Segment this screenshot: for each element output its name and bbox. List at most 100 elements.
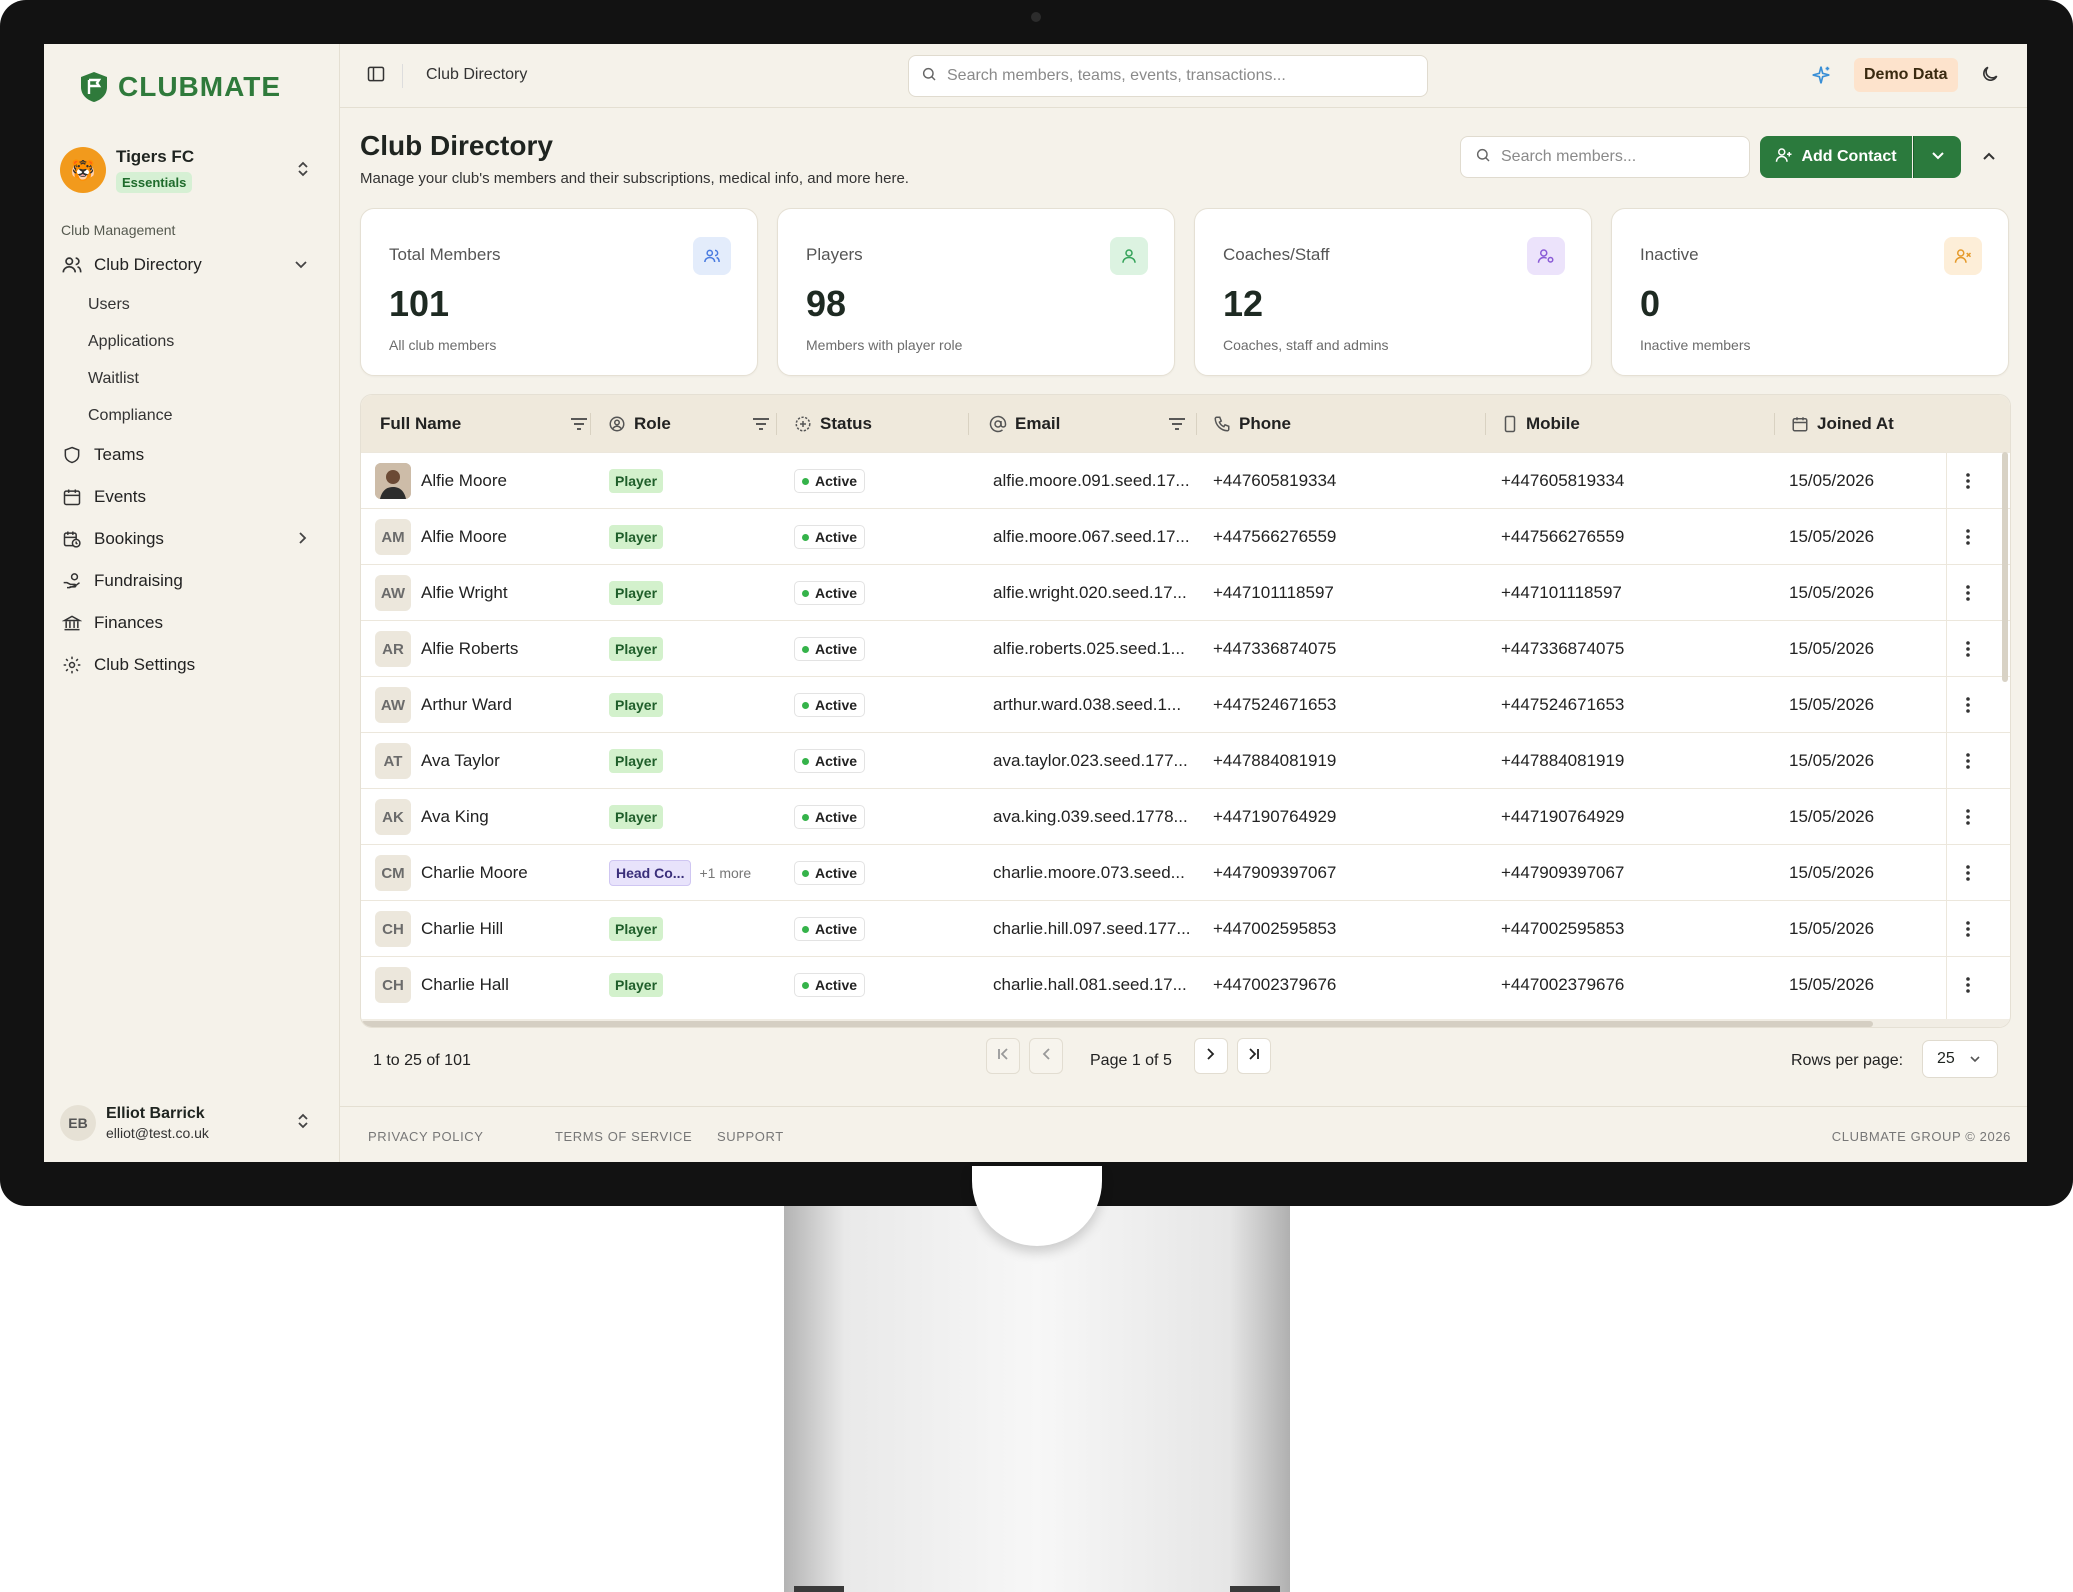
column-header-full-name[interactable]: Full Name bbox=[380, 395, 587, 452]
role-badge: Player bbox=[609, 637, 664, 661]
member-search-input[interactable]: Search members... bbox=[1460, 136, 1750, 178]
row-actions-icon[interactable] bbox=[1950, 901, 1986, 957]
chevron-down-icon bbox=[294, 257, 308, 273]
club-switcher[interactable]: 🐯 Tigers FC Essentials bbox=[60, 140, 324, 200]
sidebar-subitem-applications[interactable]: Applications bbox=[60, 323, 324, 360]
sidebar-item-fundraising[interactable]: Fundraising bbox=[60, 560, 324, 602]
status-dot bbox=[802, 645, 809, 653]
previous-page-button[interactable] bbox=[1029, 1038, 1063, 1074]
row-actions-icon[interactable] bbox=[1950, 621, 1986, 677]
row-actions-icon[interactable] bbox=[1950, 845, 1986, 901]
role-badge: Player bbox=[609, 805, 664, 829]
table-row[interactable]: AR Alfie Roberts Player Active alfie.roberts… bbox=[361, 620, 2010, 677]
member-name[interactable]: Ava Taylor bbox=[421, 751, 500, 771]
more-roles-link[interactable]: +1 more bbox=[699, 865, 751, 881]
row-actions-icon[interactable] bbox=[1950, 453, 1986, 509]
chevrons-left-icon bbox=[996, 1047, 1010, 1066]
sidebar-item-teams[interactable]: Teams bbox=[60, 434, 324, 476]
member-name[interactable]: Charlie Moore bbox=[421, 863, 528, 883]
table-row[interactable]: AW Arthur Ward Player Active arthur.ward.038… bbox=[361, 676, 2010, 733]
moon-icon[interactable] bbox=[1980, 64, 2000, 89]
horizontal-scrollbar[interactable] bbox=[361, 1019, 2010, 1027]
column-header-email[interactable]: Email bbox=[989, 395, 1189, 452]
table-row[interactable]: Alfie Moore Player Active alfie.moore.091.s… bbox=[361, 452, 2010, 509]
sidebar-nav: Club Directory Users Applications Waitli… bbox=[60, 244, 324, 686]
scrollbar-thumb[interactable] bbox=[361, 1021, 1873, 1027]
table-row[interactable]: CH Charlie Hill Player Active charlie.hill.0… bbox=[361, 900, 2010, 957]
column-header-joined-at[interactable]: Joined At bbox=[1791, 395, 1941, 452]
column-header-mobile[interactable]: Mobile bbox=[1502, 395, 1762, 452]
column-header-role[interactable]: Role bbox=[608, 395, 778, 452]
sidebar-item-label: Club Settings bbox=[94, 655, 196, 674]
column-header-status[interactable]: Status bbox=[794, 395, 964, 452]
member-name[interactable]: Charlie Hill bbox=[421, 919, 503, 939]
filter-icon[interactable] bbox=[1168, 417, 1186, 431]
role-badge: Player bbox=[609, 973, 664, 997]
table-row[interactable]: AW Alfie Wright Player Active alfie.wright.0… bbox=[361, 564, 2010, 621]
sidebar-item-bookings[interactable]: Bookings bbox=[60, 518, 324, 560]
row-actions-icon[interactable] bbox=[1950, 509, 1986, 565]
chevron-up-icon[interactable] bbox=[1982, 148, 1996, 166]
stat-card-inactive: Inactive 0 Inactive members bbox=[1611, 208, 2009, 376]
row-actions-icon[interactable] bbox=[1950, 733, 1986, 789]
logo[interactable]: CLUBMATE bbox=[78, 70, 281, 104]
next-page-button[interactable] bbox=[1194, 1038, 1228, 1074]
global-search-input[interactable]: Search members, teams, events, transacti… bbox=[908, 55, 1428, 97]
search-icon bbox=[921, 66, 937, 87]
stat-card-players: Players 98 Members with player role bbox=[777, 208, 1175, 376]
member-name[interactable]: Ava King bbox=[421, 807, 489, 827]
last-page-button[interactable] bbox=[1237, 1038, 1271, 1074]
first-page-button[interactable] bbox=[986, 1038, 1020, 1074]
sidebar-item-events[interactable]: Events bbox=[60, 476, 324, 518]
user-menu[interactable]: EB Elliot Barrick elliot@test.co.uk bbox=[60, 1098, 324, 1148]
cell-role: Player bbox=[609, 789, 664, 845]
table-row[interactable]: AT Ava Taylor Player Active ava.taylor.023.s… bbox=[361, 732, 2010, 789]
table-row[interactable]: AK Ava King Player Active ava.king.039.seed.… bbox=[361, 788, 2010, 845]
sidebar-item-club-directory[interactable]: Club Directory bbox=[60, 244, 324, 286]
row-actions-icon[interactable] bbox=[1950, 565, 1986, 621]
column-header-phone[interactable]: Phone bbox=[1213, 395, 1473, 452]
member-name[interactable]: Alfie Wright bbox=[421, 583, 508, 603]
status-dot bbox=[802, 813, 809, 821]
sidebar-toggle-icon[interactable] bbox=[366, 64, 386, 89]
filter-icon[interactable] bbox=[752, 417, 770, 431]
sparkle-icon[interactable] bbox=[1810, 64, 1832, 91]
member-name[interactable]: Alfie Roberts bbox=[421, 639, 518, 659]
rows-per-page-select[interactable]: 25 bbox=[1922, 1040, 1998, 1078]
status-dot bbox=[802, 701, 809, 709]
privacy-policy-link[interactable]: PRIVACY POLICY bbox=[368, 1129, 484, 1144]
demo-data-badge[interactable]: Demo Data bbox=[1854, 58, 1958, 92]
support-link[interactable]: SUPPORT bbox=[717, 1129, 784, 1144]
add-contact-menu-button[interactable] bbox=[1913, 136, 1961, 178]
table-row[interactable]: AM Alfie Moore Player Active alfie.moore.067… bbox=[361, 508, 2010, 565]
status-dot bbox=[802, 757, 809, 765]
page-indicator: Page 1 of 5 bbox=[1090, 1052, 1172, 1069]
table-row[interactable]: CH Charlie Hall Player Active charlie.hall.0… bbox=[361, 956, 2010, 1013]
add-contact-button[interactable]: Add Contact bbox=[1760, 136, 1912, 178]
row-actions-icon[interactable] bbox=[1950, 957, 1986, 1013]
member-name[interactable]: Alfie Moore bbox=[421, 471, 507, 491]
cell-status: Active bbox=[794, 677, 866, 733]
sidebar-subitem-waitlist[interactable]: Waitlist bbox=[60, 360, 324, 397]
sidebar-subitem-users[interactable]: Users bbox=[60, 286, 324, 323]
member-name[interactable]: Arthur Ward bbox=[421, 695, 512, 715]
cell-phone: +447336874075 bbox=[1213, 639, 1337, 658]
member-name[interactable]: Charlie Hall bbox=[421, 975, 509, 995]
status-badge: Active bbox=[794, 469, 866, 493]
terms-of-service-link[interactable]: TERMS OF SERVICE bbox=[555, 1129, 692, 1144]
sidebar-subitem-compliance[interactable]: Compliance bbox=[60, 397, 324, 434]
status-dot bbox=[802, 981, 809, 989]
row-actions-icon[interactable] bbox=[1950, 789, 1986, 845]
row-actions-icon[interactable] bbox=[1950, 677, 1986, 733]
vertical-scrollbar[interactable] bbox=[2002, 452, 2008, 682]
member-name[interactable]: Alfie Moore bbox=[421, 527, 507, 547]
cell-status: Active bbox=[794, 789, 866, 845]
status-dot bbox=[802, 869, 809, 877]
status-badge: Active bbox=[794, 581, 866, 605]
sidebar-item-finances[interactable]: Finances bbox=[60, 602, 324, 644]
sidebar-item-club-settings[interactable]: Club Settings bbox=[60, 644, 324, 686]
role-badge: Player bbox=[609, 749, 664, 773]
table-row[interactable]: CM Charlie Moore Head Co... +1 more Active ch… bbox=[361, 844, 2010, 901]
cell-mobile: +447566276559 bbox=[1501, 527, 1625, 546]
filter-icon[interactable] bbox=[570, 417, 588, 431]
